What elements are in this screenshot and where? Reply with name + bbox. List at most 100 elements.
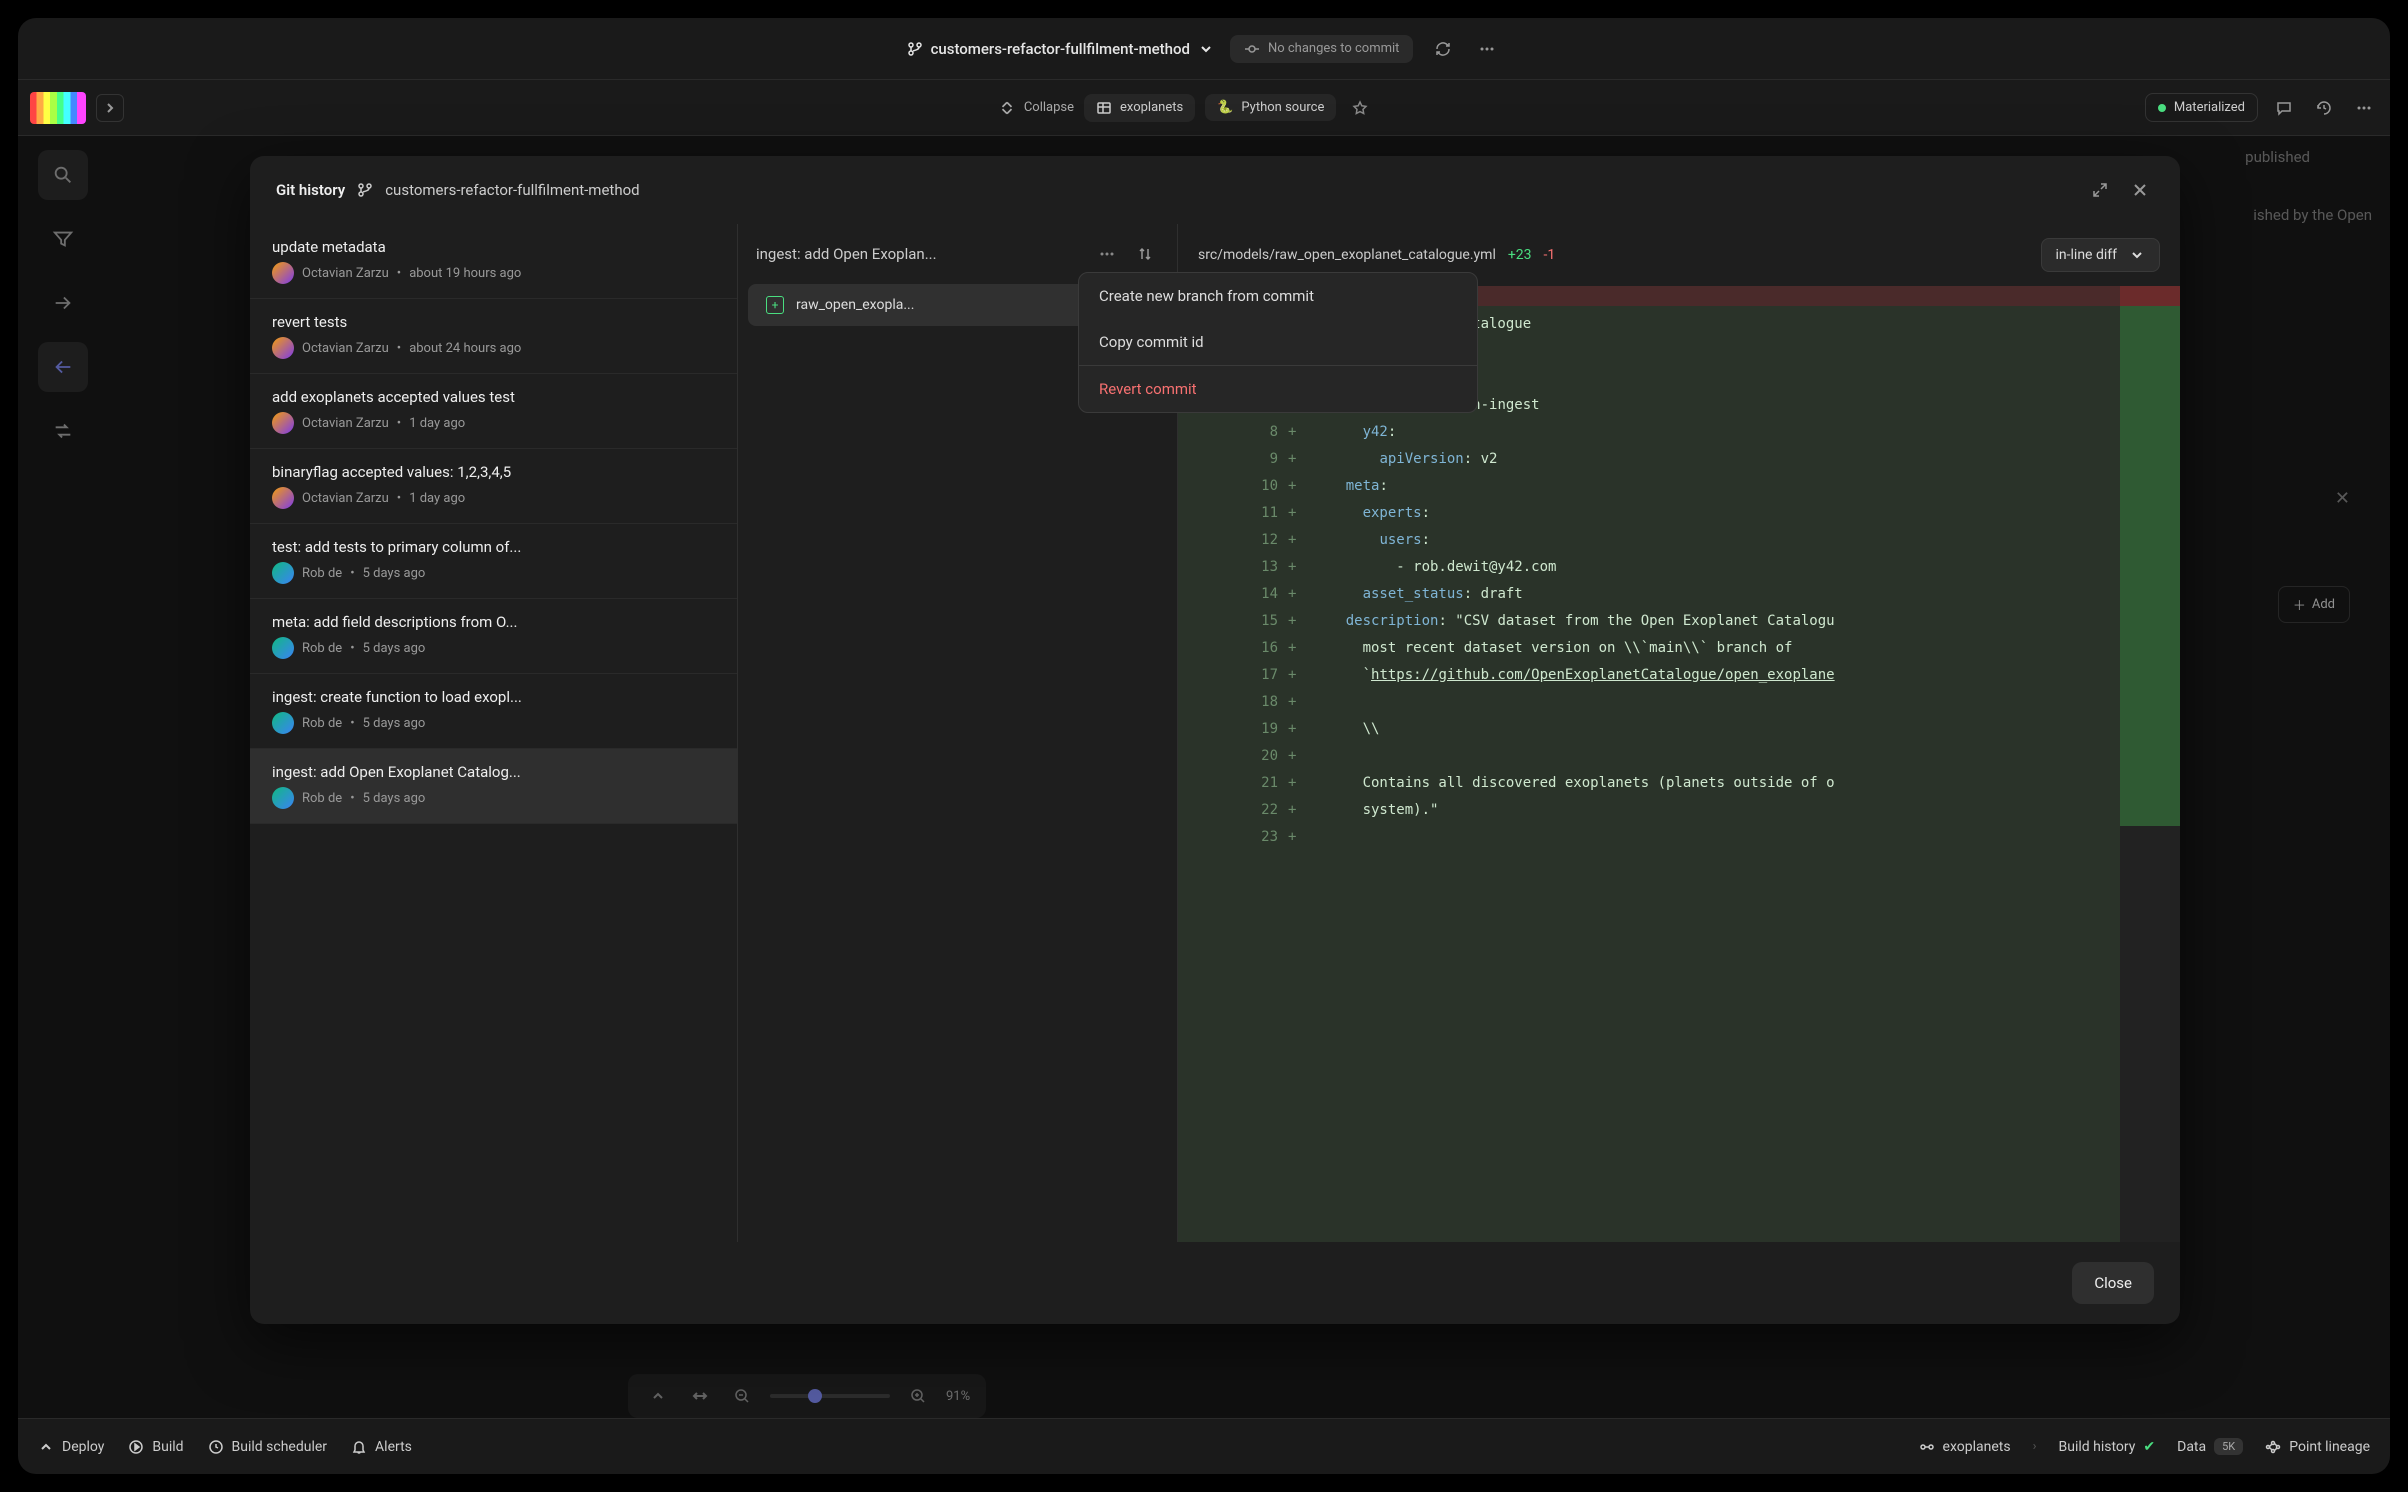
diff-deletions: -1	[1544, 247, 1556, 263]
history-button[interactable]	[2310, 94, 2338, 122]
file-list-panel: ingest: add Open Exoplan... + raw_open_e…	[738, 224, 1178, 1242]
chevron-up-icon	[38, 1439, 54, 1455]
git-branch-icon	[357, 182, 373, 198]
commit-author: Octavian Zarzu	[302, 491, 389, 506]
close-button[interactable]: Close	[2072, 1262, 2154, 1304]
avatar	[272, 562, 294, 584]
branch-name: customers-refactor-fullfilment-method	[931, 40, 1190, 58]
commit-title: revert tests	[272, 313, 715, 331]
commit-meta: Octavian Zarzu • 1 day ago	[272, 412, 715, 434]
commit-meta: Rob de • 5 days ago	[272, 787, 715, 809]
commit-item[interactable]: update metadata Octavian Zarzu • about 1…	[250, 224, 737, 299]
avatar	[272, 412, 294, 434]
commit-status-chip[interactable]: No changes to commit	[1230, 35, 1413, 63]
diff-minimap[interactable]	[2120, 286, 2180, 1242]
app-frame: customers-refactor-fullfilment-method No…	[18, 18, 2390, 1474]
topbar-more[interactable]	[2350, 94, 2378, 122]
commit-title: add exoplanets accepted values test	[272, 388, 715, 406]
ctx-revert[interactable]: Revert commit	[1079, 366, 1477, 412]
sb-exoplanets[interactable]: exoplanets	[1919, 1439, 2011, 1455]
logo-expand[interactable]	[96, 94, 124, 122]
commit-author: Octavian Zarzu	[302, 416, 389, 431]
avatar	[272, 712, 294, 734]
materialized-label: Materialized	[2174, 100, 2245, 115]
commit-time: 5 days ago	[363, 566, 426, 581]
diff-line: 16+ most recent dataset version on \\`ma…	[1178, 634, 2120, 661]
collapse-area: Collapse	[134, 99, 1074, 117]
file-name: raw_open_exopla...	[796, 297, 914, 313]
diff-line: 18+	[1178, 688, 2120, 715]
collapse-icon	[998, 99, 1016, 117]
sb-point-lineage[interactable]: Point lineage	[2265, 1439, 2370, 1455]
diff-mode-select[interactable]: in-line diff	[2041, 238, 2160, 272]
commit-author: Octavian Zarzu	[302, 341, 389, 356]
materialized-chip[interactable]: Materialized	[2145, 93, 2258, 122]
close-icon	[2132, 182, 2148, 198]
tab-python-source[interactable]: 🐍 Python source	[1205, 94, 1336, 121]
commit-item[interactable]: binaryflag accepted values: 1,2,3,4,5 Oc…	[250, 449, 737, 524]
collapse-label[interactable]: Collapse	[1024, 100, 1074, 115]
chevron-down-icon	[1198, 41, 1214, 57]
sb-right: exoplanets › Build history ✔ Data 5K Poi…	[1919, 1438, 2370, 1455]
modal-branch: customers-refactor-fullfilment-method	[385, 181, 639, 199]
history-icon	[2316, 100, 2332, 116]
commit-item[interactable]: add exoplanets accepted values test Octa…	[250, 374, 737, 449]
sb-build-history[interactable]: Build history ✔	[2059, 1439, 2156, 1455]
more-button[interactable]	[1473, 35, 1501, 63]
avatar	[272, 787, 294, 809]
sb-build[interactable]: Build	[128, 1439, 183, 1455]
commit-actions[interactable]	[1093, 240, 1121, 268]
check-icon: ✔	[2143, 1439, 2155, 1455]
more-horizontal-icon	[1099, 246, 1115, 262]
git-branch-icon	[907, 41, 923, 57]
commit-title: binaryflag accepted values: 1,2,3,4,5	[272, 463, 715, 481]
diff-body[interactable]: 4+w_open_exoplanet_catalogue5+ config:6+…	[1178, 286, 2180, 1242]
commit-meta: Rob de • 5 days ago	[272, 712, 715, 734]
commit-item[interactable]: revert tests Octavian Zarzu • about 24 h…	[250, 299, 737, 374]
avatar	[272, 637, 294, 659]
commit-title: meta: add field descriptions from O...	[272, 613, 715, 631]
modal-expand[interactable]	[2086, 176, 2114, 204]
diff-line: 9+ apiVersion: v2	[1178, 445, 2120, 472]
star-button[interactable]	[1346, 94, 1374, 122]
commit-item[interactable]: ingest: add Open Exoplanet Catalog... Ro…	[250, 749, 737, 824]
pixel-logo	[30, 92, 86, 124]
topbar: customers-refactor-fullfilment-method No…	[18, 18, 2390, 80]
ctx-copy-id[interactable]: Copy commit id	[1079, 319, 1477, 365]
modal-close-x[interactable]	[2126, 176, 2154, 204]
commit-icon	[1244, 41, 1260, 57]
refresh-icon	[1435, 41, 1451, 57]
branch-selector[interactable]: customers-refactor-fullfilment-method	[907, 40, 1214, 58]
diff-line: 22+ system)."	[1178, 796, 2120, 823]
sb-alerts[interactable]: Alerts	[351, 1439, 412, 1455]
more-horizontal-icon	[2356, 100, 2372, 116]
table-icon	[1096, 100, 1112, 116]
sb-deploy[interactable]: Deploy	[38, 1439, 104, 1455]
avatar	[272, 337, 294, 359]
sb-sep: ›	[2033, 1439, 2037, 1454]
commit-item[interactable]: test: add tests to primary column of... …	[250, 524, 737, 599]
sort-toggle[interactable]	[1131, 240, 1159, 268]
refresh-button[interactable]	[1429, 35, 1457, 63]
tab-exoplanets-label: exoplanets	[1120, 100, 1183, 115]
data-count: 5K	[2214, 1438, 2243, 1455]
comments-button[interactable]	[2270, 94, 2298, 122]
commit-item[interactable]: meta: add field descriptions from O... R…	[250, 599, 737, 674]
commit-meta: Rob de • 5 days ago	[272, 637, 715, 659]
main-area: published ished by the Open ✕ ＋ Add 91%	[18, 136, 2390, 1418]
commit-time: about 19 hours ago	[409, 266, 521, 281]
commit-time: about 24 hours ago	[409, 341, 521, 356]
tab-exoplanets[interactable]: exoplanets	[1084, 94, 1195, 122]
diff-line: 23+	[1178, 823, 2120, 850]
sb-data[interactable]: Data 5K	[2177, 1438, 2243, 1455]
diff-line: 14+ asset_status: draft	[1178, 580, 2120, 607]
diff-line: 17+ `https://github.com/OpenExoplanetCat…	[1178, 661, 2120, 688]
commit-item[interactable]: ingest: create function to load exopl...…	[250, 674, 737, 749]
ctx-new-branch[interactable]: Create new branch from commit	[1079, 273, 1477, 319]
modal-body: update metadata Octavian Zarzu • about 1…	[250, 224, 2180, 1242]
diff-line: 15+ description: "CSV dataset from the O…	[1178, 607, 2120, 634]
diff-mode-label: in-line diff	[2056, 247, 2117, 263]
commit-time: 5 days ago	[363, 791, 426, 806]
commit-title: update metadata	[272, 238, 715, 256]
sb-build-scheduler[interactable]: Build scheduler	[208, 1439, 328, 1455]
